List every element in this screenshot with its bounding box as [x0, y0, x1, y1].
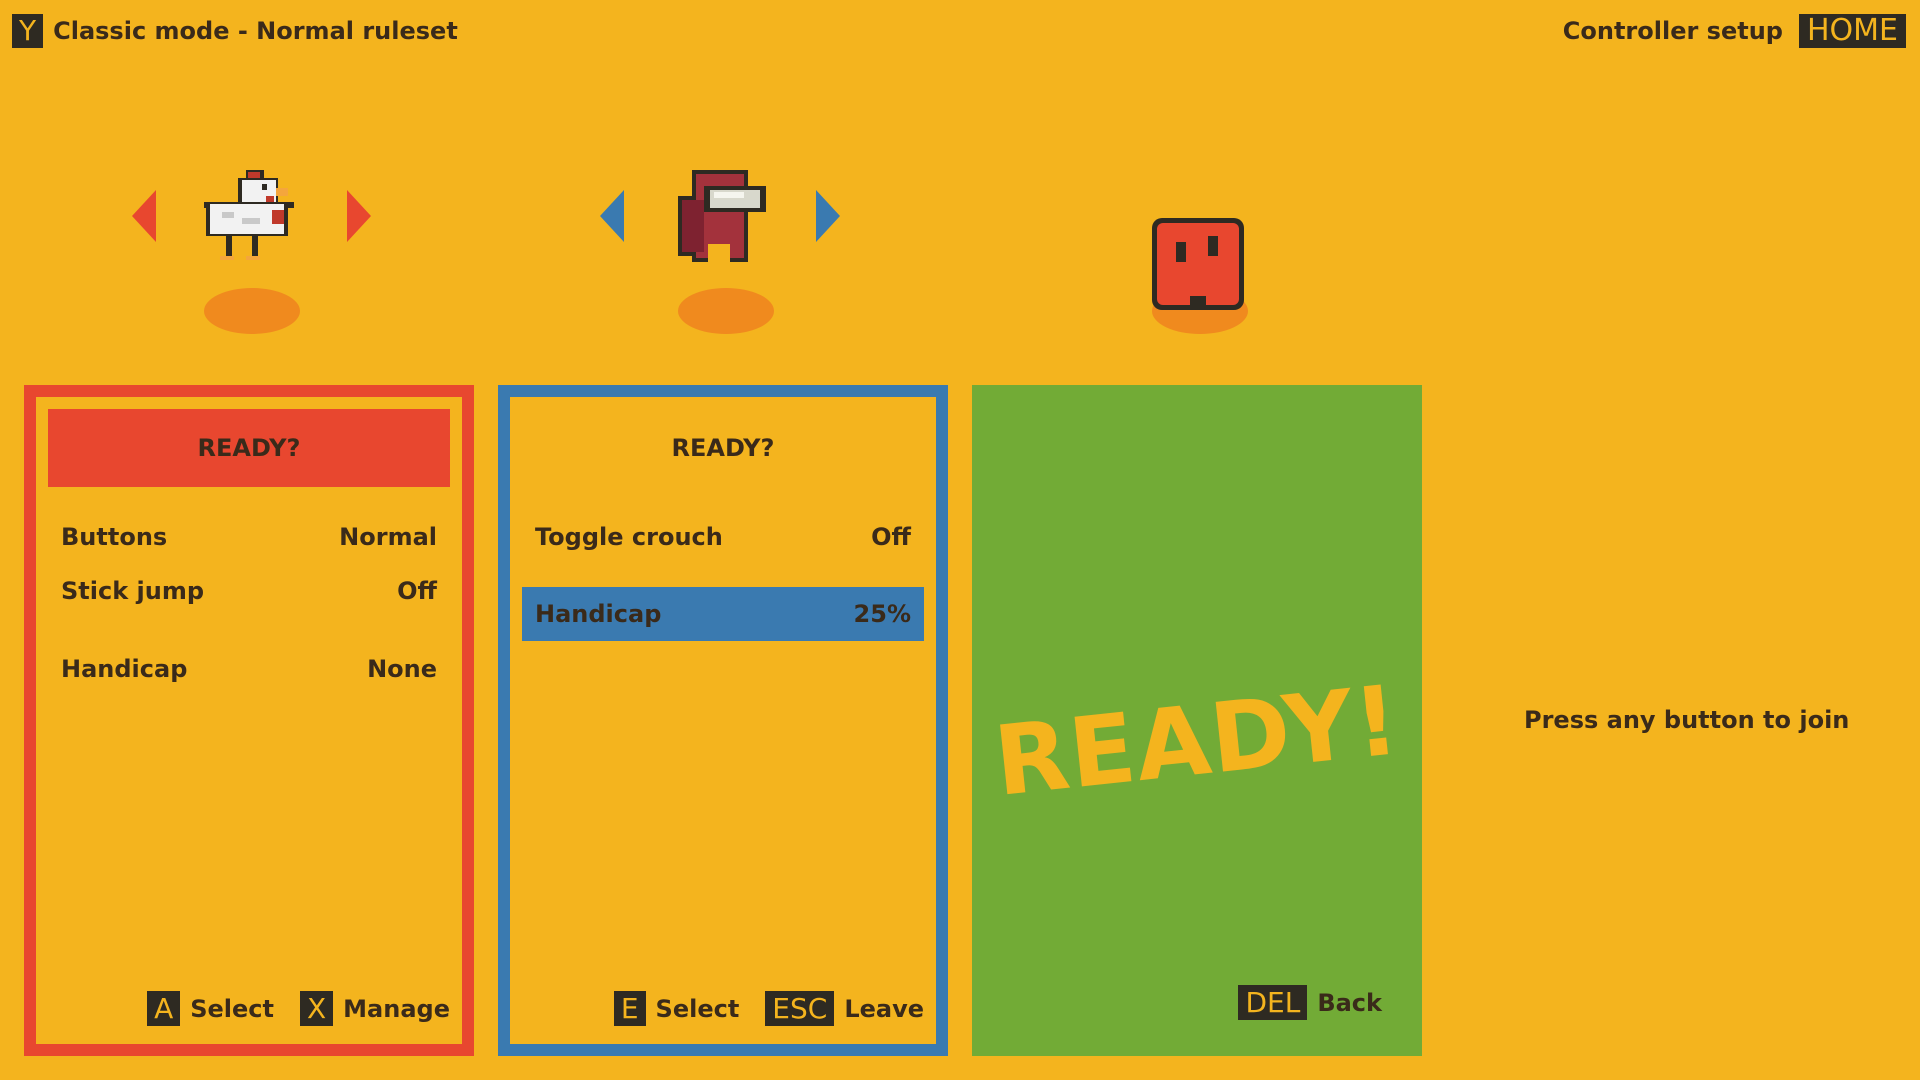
p3-footer: DEL Back: [1238, 985, 1382, 1020]
player1-panel: READY? Buttons Normal Stick jump Off Han…: [24, 385, 474, 1056]
key-hint-a: A: [147, 991, 181, 1026]
ready-status-text: READY!: [989, 664, 1405, 818]
join-prompt: Press any button to join: [1524, 706, 1850, 734]
mode-indicator[interactable]: Y Classic mode - Normal ruleset: [12, 14, 458, 48]
key-hint-del: DEL: [1238, 985, 1308, 1020]
home-key-hint[interactable]: HOME: [1798, 14, 1906, 48]
option-label: Toggle crouch: [535, 523, 723, 551]
option-label: Handicap: [61, 655, 188, 683]
chicken-icon: [204, 170, 294, 260]
option-value: Off: [397, 577, 437, 605]
p2-footer: E Select ESC Leave: [613, 991, 924, 1026]
p1-option-handicap[interactable]: Handicap None: [48, 642, 450, 696]
p2-option-handicap[interactable]: Handicap 25%: [522, 587, 924, 641]
leave-hint: Leave: [844, 994, 924, 1023]
p2-character: [674, 160, 784, 350]
p1-character: [200, 160, 310, 350]
topbar-right: Controller setup HOME: [1563, 14, 1906, 48]
key-hint-x: X: [299, 991, 334, 1026]
p1-option-buttons[interactable]: Buttons Normal: [48, 510, 450, 564]
p2-shadow: [678, 288, 774, 334]
p1-next-character-arrow[interactable]: [347, 190, 371, 242]
p2-prev-character-arrow[interactable]: [600, 190, 624, 242]
back-hint: Back: [1317, 988, 1382, 1017]
key-hint-esc: ESC: [765, 991, 835, 1026]
option-label: Handicap: [535, 600, 662, 628]
option-value: None: [367, 655, 437, 683]
key-hint-y: Y: [12, 14, 44, 48]
option-label: Stick jump: [61, 577, 205, 605]
p2-next-character-arrow[interactable]: [816, 190, 840, 242]
option-label: Buttons: [61, 523, 168, 551]
p1-footer: A Select X Manage: [147, 991, 450, 1026]
p2-option-toggle-crouch[interactable]: Toggle crouch Off: [522, 510, 924, 564]
p1-option-stick-jump[interactable]: Stick jump Off: [48, 564, 450, 618]
key-hint-e: E: [613, 991, 646, 1026]
red-blob-icon: [1152, 218, 1244, 310]
player3-panel: READY! DEL Back: [972, 385, 1422, 1056]
mode-label: Classic mode - Normal ruleset: [53, 17, 458, 45]
player2-panel: READY? Toggle crouch Off Handicap 25% E …: [498, 385, 948, 1056]
p1-ready-button[interactable]: READY?: [48, 409, 450, 487]
option-value: Off: [871, 523, 911, 551]
manage-hint: Manage: [343, 994, 450, 1023]
p2-ready-button[interactable]: READY?: [522, 409, 924, 487]
option-value: Normal: [339, 523, 437, 551]
p1-shadow: [204, 288, 300, 334]
select-hint: Select: [190, 994, 274, 1023]
controller-setup-label: Controller setup: [1562, 17, 1783, 45]
p1-prev-character-arrow[interactable]: [132, 190, 156, 242]
option-value: 25%: [853, 600, 911, 628]
p3-character: [1148, 160, 1258, 350]
hooded-figure-icon: [678, 170, 766, 262]
select-hint: Select: [655, 994, 740, 1023]
